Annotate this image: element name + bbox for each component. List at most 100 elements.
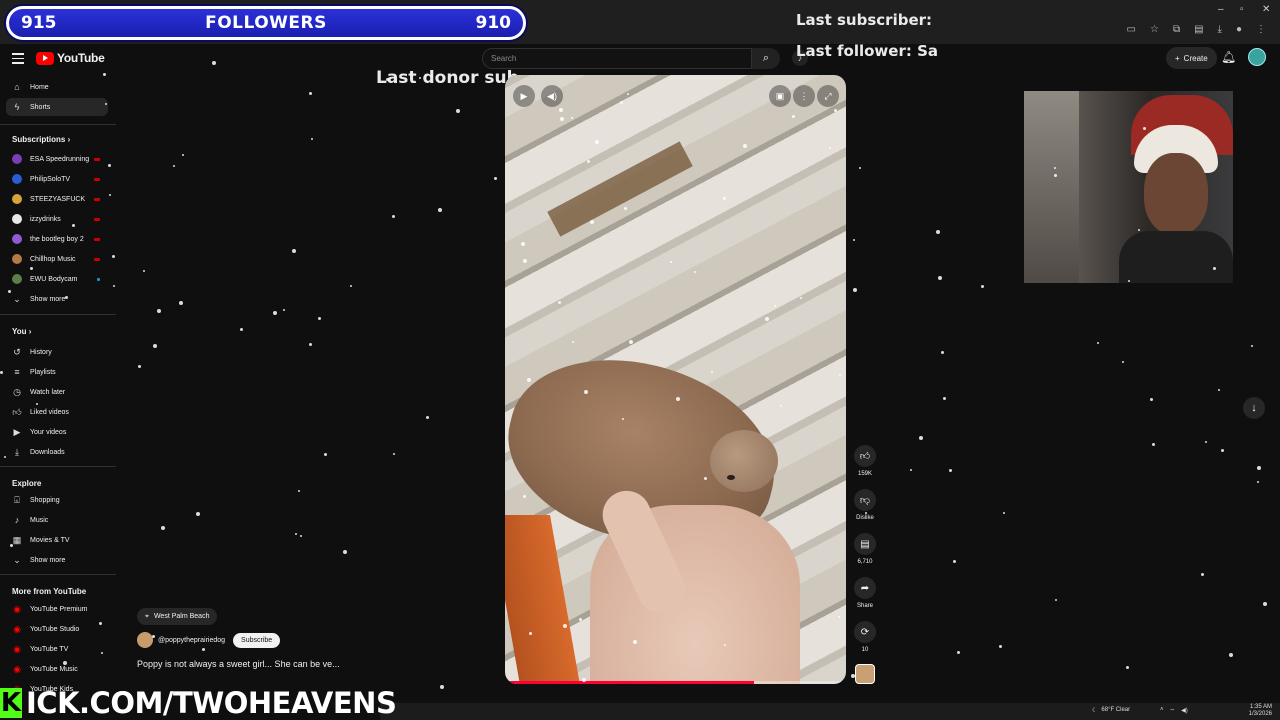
last-donor-text: Last donor sub <box>376 68 519 88</box>
subscriptions-heading[interactable]: Subscriptions › <box>12 135 70 144</box>
chevron-up-icon[interactable]: ˄ <box>1160 707 1164 715</box>
youtube-logo[interactable]: YouTube <box>36 51 105 65</box>
sidebar-item-playlists[interactable]: ≡ Playlists <box>6 363 108 381</box>
remix-action[interactable]: ⟳ 10 <box>853 621 877 653</box>
video-description[interactable]: Poppy is not always a sweet girl... She … <box>137 659 340 669</box>
history-icon: ↺ <box>13 347 21 357</box>
sidebar-item-youtube-app[interactable]: ◉ YouTube Studio <box>6 620 108 638</box>
location-pill[interactable]: ⌖ West Palm Beach <box>137 608 218 625</box>
comments-action[interactable]: ▤ 6,710 <box>853 533 877 565</box>
show-more-explore[interactable]: ⌄ Show more <box>6 551 108 569</box>
subscribe-button[interactable]: Subscribe <box>233 632 281 648</box>
search-input[interactable]: Search <box>482 48 752 69</box>
playlists-icon: ≡ <box>14 367 20 377</box>
sidebar-item-history[interactable]: ↺ History <box>6 343 108 361</box>
sidebar-item-subscription[interactable]: the bootleg boy 2 <box>6 230 108 248</box>
dislike-action[interactable]: 👎︎ Dislike <box>853 489 877 521</box>
youtube-circle-icon: ◉ <box>13 664 21 674</box>
speaker-icon[interactable]: ◀) <box>1181 707 1188 715</box>
kick-banner: K ICK.COM/TWOHEAVENS <box>0 686 400 720</box>
minimize-icon[interactable]: – <box>1218 4 1224 15</box>
thumbs-up-icon[interactable]: 👍︎ <box>854 445 876 467</box>
snowflake <box>138 365 141 368</box>
sidepanel-icon[interactable]: ▤ <box>1194 24 1203 35</box>
snowflake <box>153 344 157 348</box>
sidebar-item-shopping[interactable]: ⌺ Shopping <box>6 491 108 509</box>
sidebar-item-subscription[interactable]: PhilipSoloTV <box>6 170 108 188</box>
channel-avatar[interactable] <box>137 632 153 648</box>
channel-name[interactable]: @poppytheprairiedog <box>158 637 225 644</box>
sidebar-item-label: Your videos <box>30 428 67 436</box>
play-button[interactable]: ▶ <box>513 85 535 107</box>
sidebar-item-subscription[interactable]: Chillhop Music <box>6 250 108 268</box>
like-action[interactable]: 👍︎ 159K <box>853 445 877 477</box>
snowflake <box>143 270 145 272</box>
download-icon[interactable]: ⤓ <box>1218 24 1222 35</box>
progress-bar[interactable] <box>505 681 846 684</box>
bookmark-star-icon[interactable]: ☆ <box>1150 24 1159 35</box>
followers-banner: 915 FOLLOWERS 910 <box>6 6 526 40</box>
maximize-icon[interactable]: ▫ <box>1240 4 1244 15</box>
hamburger-menu-icon[interactable] <box>12 53 24 67</box>
shorts-player[interactable]: ▶ ◀) ▣ ⋮ ⤢ <box>505 75 846 684</box>
remix-icon[interactable]: ⟳ <box>854 621 876 643</box>
live-indicator <box>94 217 100 221</box>
sidebar-item-label: Liked videos <box>30 408 69 416</box>
follower-count-left: 915 <box>21 13 57 33</box>
sidebar-item-your-videos[interactable]: ▶ Your videos <box>6 423 108 441</box>
chevron-down-icon: ⌄ <box>13 294 21 304</box>
sidebar-item-subscription[interactable]: EWU Bodycam <box>6 270 108 288</box>
fullscreen-button[interactable]: ⤢ <box>817 85 839 107</box>
profile-icon[interactable]: ● <box>1236 24 1242 35</box>
sidebar-item-label: Home <box>30 83 49 91</box>
you-heading[interactable]: You › <box>12 327 31 336</box>
cast-icon[interactable]: ▭ <box>1127 24 1136 35</box>
home-icon: ⌂ <box>14 82 20 92</box>
watch-later-icon: ◷ <box>13 387 21 397</box>
close-icon[interactable]: ✕ <box>1262 4 1270 15</box>
snowflake <box>1003 512 1005 514</box>
show-more-subscriptions[interactable]: ⌄ Show more <box>6 290 108 308</box>
sidebar-item-thumbs-up[interactable]: 👍︎ Liked videos <box>6 403 108 421</box>
extension-icon[interactable]: ⧉ <box>1173 24 1180 35</box>
sidebar-item-movies[interactable]: ▦ Movies & TV <box>6 531 108 549</box>
extensions-row: ▭ ☆ ⧉ ▤ ⤓ ● ⋮ <box>1127 24 1266 35</box>
thumbs-down-icon[interactable]: 👎︎ <box>854 489 876 511</box>
snowflake <box>953 560 956 563</box>
next-video-button[interactable]: ↓ <box>1243 397 1265 419</box>
sidebar-item-subscription[interactable]: ESA Speedrunning <box>6 150 108 168</box>
play-icon: ▶ <box>520 90 528 101</box>
follower-goal-right: 910 <box>475 13 512 33</box>
sidebar-item-shorts[interactable]: ϟ Shorts <box>6 98 108 116</box>
weather-widget[interactable]: ☾ 68°F Clear <box>1092 707 1130 714</box>
comment-icon[interactable]: ▤ <box>854 533 876 555</box>
account-avatar[interactable] <box>1248 48 1266 66</box>
share-icon[interactable]: ➦ <box>854 577 876 599</box>
share-action[interactable]: ➦ Share <box>853 577 877 609</box>
system-tray[interactable]: ˄ ⌔ ◀) <box>1160 707 1188 715</box>
sidebar-item-youtube-app[interactable]: ◉ YouTube TV <box>6 640 108 658</box>
create-button[interactable]: + Create <box>1166 47 1217 69</box>
clock[interactable]: 1:35 AM 1/3/2026 <box>1249 704 1272 718</box>
channel-avatar <box>12 234 22 244</box>
webcam-body <box>1119 231 1233 283</box>
sidebar-item-youtube-app[interactable]: ◉ YouTube Music <box>6 660 108 678</box>
more-options-button[interactable]: ⋮ <box>793 85 815 107</box>
snowflake <box>1201 573 1204 576</box>
captions-button[interactable]: ▣ <box>769 85 791 107</box>
sidebar-item-subscription[interactable]: izzydrinks <box>6 210 108 228</box>
sidebar-item-watch-later[interactable]: ◷ Watch later <box>6 383 108 401</box>
search-button[interactable]: ⌕ <box>752 48 780 69</box>
volume-button[interactable]: ◀) <box>541 85 563 107</box>
network-icon[interactable]: ⌔ <box>1170 707 1176 715</box>
snowflake <box>853 239 855 241</box>
youtube-header: YouTube Search ⌕ ♪ + Create 🔔︎ <box>0 44 1280 72</box>
sidebar-item-music[interactable]: ♪ Music <box>6 511 108 529</box>
sidebar-item-subscription[interactable]: STEEZYASFUCK <box>6 190 108 208</box>
sound-thumbnail[interactable] <box>855 664 875 684</box>
sidebar-item-home[interactable]: ⌂ Home <box>6 78 108 96</box>
kebab-menu-icon[interactable]: ⋮ <box>1256 24 1266 35</box>
notifications-bell-icon[interactable]: 🔔︎ <box>1221 50 1236 64</box>
sidebar-item-download[interactable]: ⤓ Downloads <box>6 443 108 461</box>
sidebar-item-youtube-app[interactable]: ◉ YouTube Premium <box>6 600 108 618</box>
